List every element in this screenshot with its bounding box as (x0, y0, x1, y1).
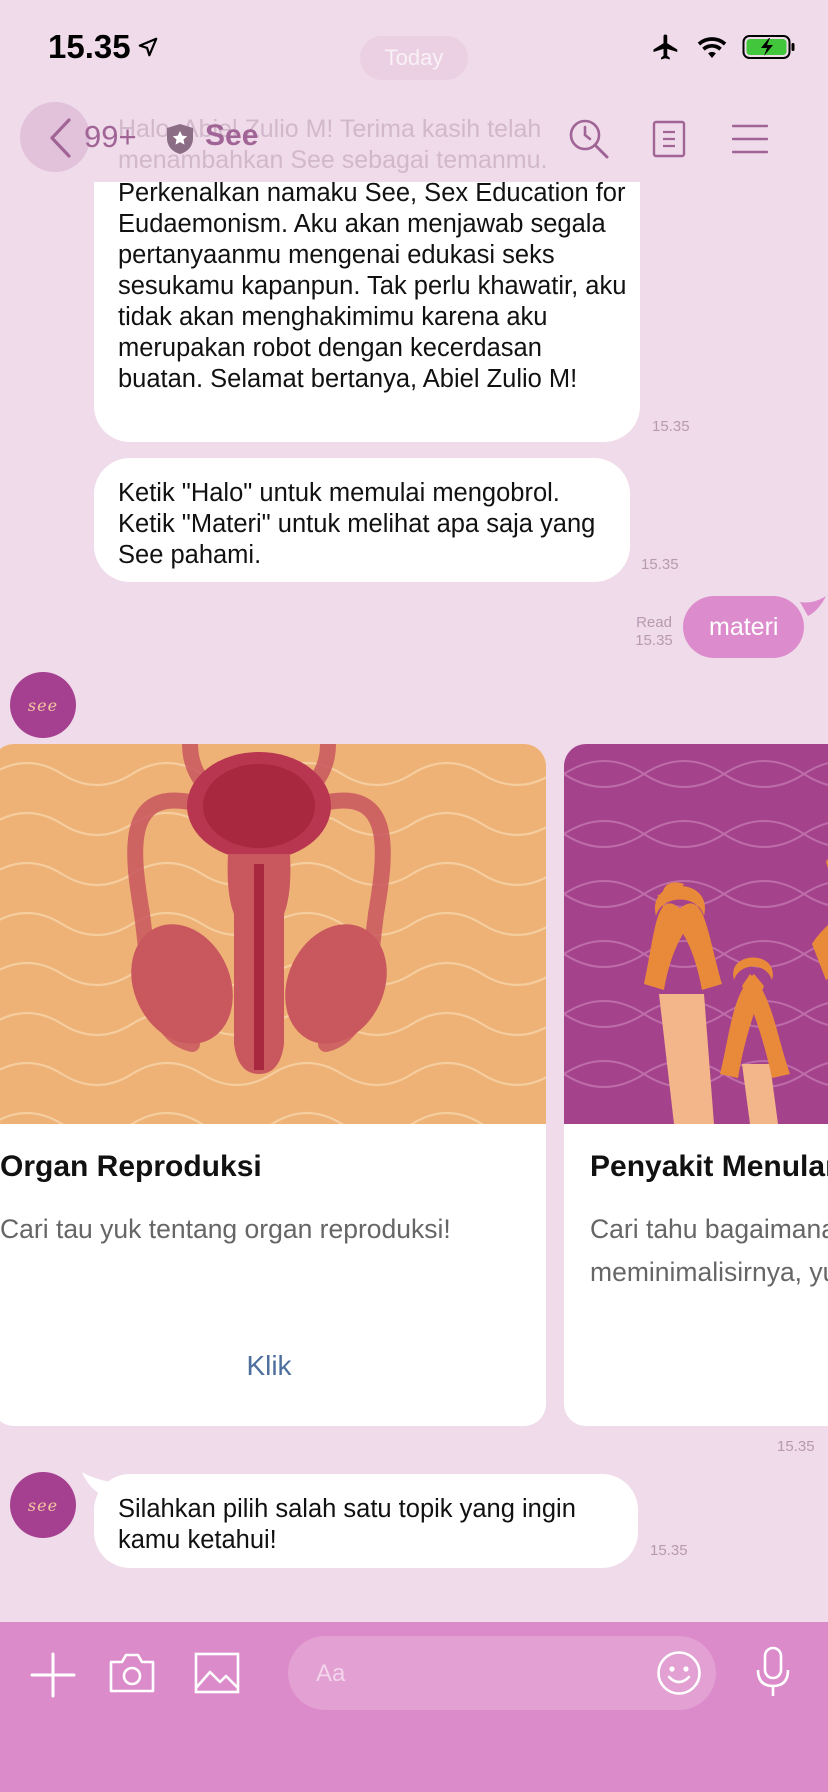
howto-message-time: 15.35 (641, 556, 679, 573)
image-icon[interactable] (194, 1652, 240, 1694)
card-action-button[interactable]: Klik (0, 1350, 546, 1382)
ribbon-awareness-illustration (564, 744, 828, 1124)
prompt-message-bubble: Silahkan pilih salah satu topik yang ing… (94, 1474, 638, 1568)
bot-avatar[interactable]: see (10, 1472, 76, 1538)
card-title: Organ Reproduksi (0, 1150, 262, 1183)
notes-icon[interactable] (652, 120, 686, 158)
intro-message-time: 15.35 (652, 418, 690, 435)
wifi-icon (697, 37, 727, 59)
search-icon[interactable] (568, 118, 610, 160)
chat-name: See (205, 119, 259, 152)
reproductive-organ-illustration (0, 744, 546, 1124)
read-label: Read (636, 614, 672, 631)
carousel-time: 15.35 (777, 1438, 815, 1455)
bot-avatar[interactable]: see (10, 672, 76, 738)
unread-count: 99+ (84, 119, 137, 154)
howto-message-bubble: Ketik "Halo" untuk memulai mengobrol. Ke… (94, 458, 630, 582)
clock-text: 15.35 (48, 28, 131, 65)
chevron-left-icon[interactable] (46, 116, 74, 160)
prompt-message-time: 15.35 (650, 1542, 688, 1559)
date-pill: Today (360, 36, 468, 80)
carousel-card-organ-reproduksi[interactable]: Organ Reproduksi Cari tau yuk tentang or… (0, 744, 546, 1426)
location-arrow-icon (138, 37, 157, 57)
sent-bubble-tail (800, 596, 826, 616)
menu-icon[interactable] (732, 124, 768, 154)
status-icons (650, 32, 796, 62)
airplane-mode-icon (653, 34, 678, 60)
message-input-placeholder: Aa (316, 1660, 346, 1687)
sent-time: 15.35 (635, 632, 673, 649)
emoji-icon[interactable] (656, 1650, 702, 1696)
avatar-logo-text: see (27, 695, 59, 715)
message-input[interactable] (288, 1636, 716, 1710)
camera-icon[interactable] (108, 1652, 156, 1694)
status-time: 15.35 (48, 28, 159, 66)
sent-read-status: Read 15.35 (634, 614, 674, 650)
microphone-icon[interactable] (754, 1646, 792, 1698)
battery-charging-icon (742, 35, 795, 59)
sent-message-bubble: materi (683, 596, 805, 658)
carousel-card-penyakit-menular[interactable]: Penyakit Menular Seksual Cari tahu bagai… (564, 744, 828, 1426)
card-description: Cari tau yuk tentang organ reproduksi! (0, 1214, 451, 1244)
intro-message-text: Perkenalkan namaku See, Sex Education fo… (118, 179, 627, 393)
card-title: Penyakit Menular Seksual (590, 1150, 828, 1183)
verified-shield-icon (167, 124, 193, 154)
avatar-logo-text: see (27, 1495, 59, 1515)
plus-icon[interactable] (30, 1652, 76, 1698)
card-description: Cari tahu bagaimana meminimalisirnya, yu… (590, 1214, 828, 1287)
